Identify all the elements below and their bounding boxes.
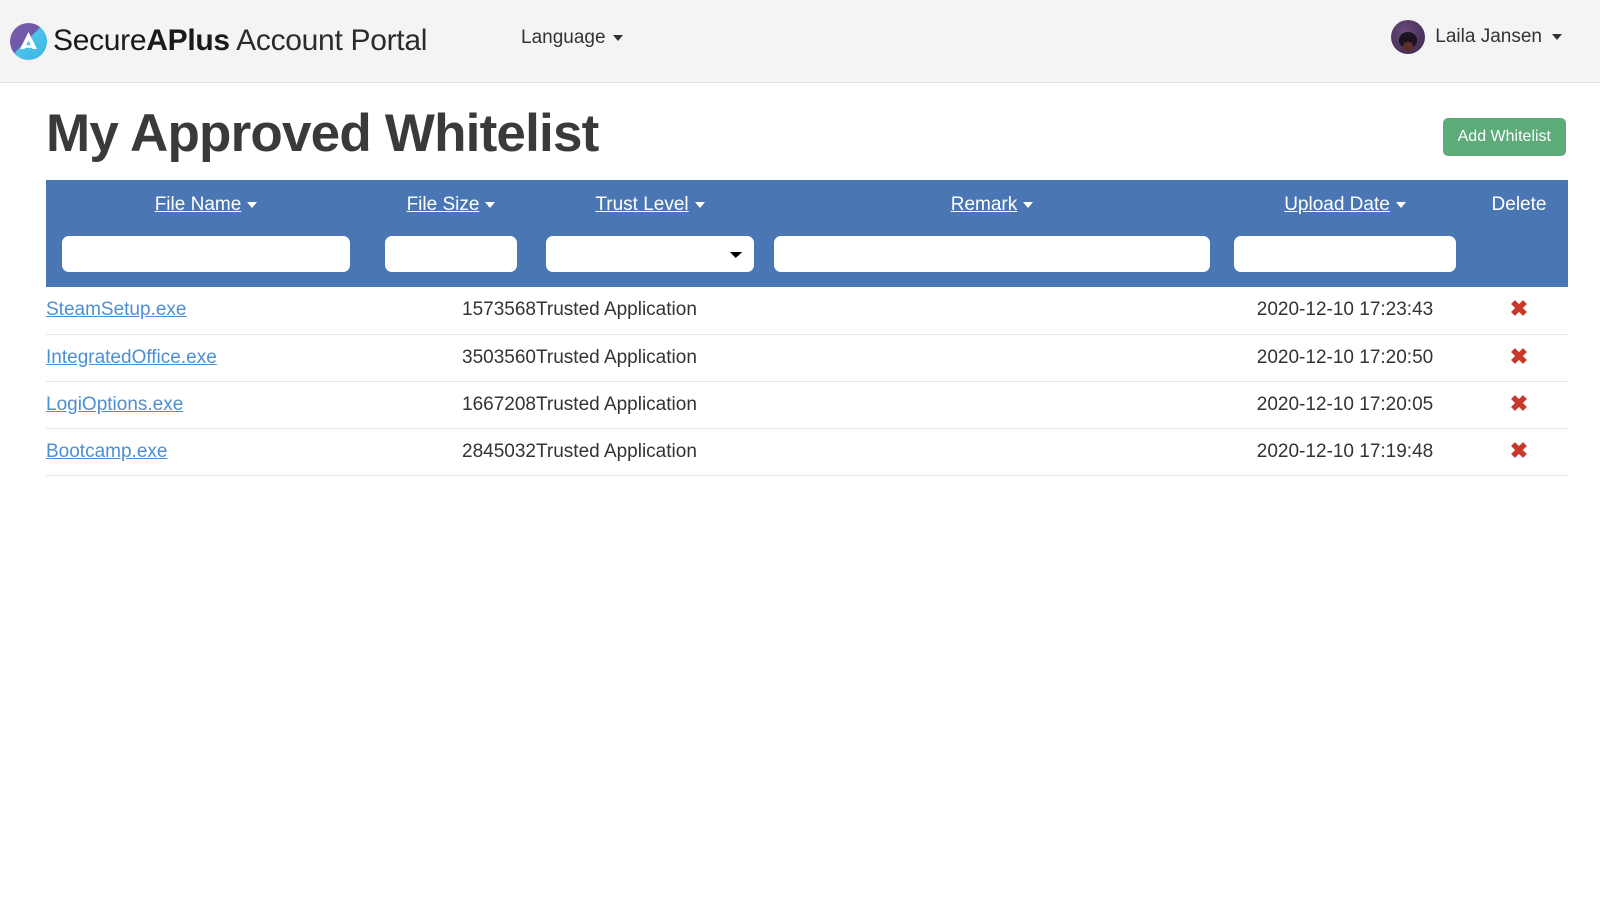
table-row: LogiOptions.exe 1667208 Trusted Applicat… <box>46 381 1568 428</box>
brand[interactable]: SecureAPlus Account Portal <box>10 22 427 60</box>
sort-file-name[interactable]: File Name <box>155 194 258 216</box>
column-label-file-size: File Size <box>406 194 480 215</box>
table-row: IntegratedOffice.exe 3503560 Trusted App… <box>46 334 1568 381</box>
table-row: SteamSetup.exe 1573568 Trusted Applicati… <box>46 287 1568 334</box>
top-navbar: SecureAPlus Account Portal Language Lail… <box>0 0 1600 83</box>
delete-icon[interactable]: ✖ <box>1510 298 1528 320</box>
caret-down-icon <box>612 35 623 41</box>
filter-file-name-input[interactable] <box>62 235 350 272</box>
add-whitelist-button[interactable]: Add Whitelist <box>1442 118 1566 157</box>
file-name-link[interactable]: Bootcamp.exe <box>46 441 167 462</box>
file-name-link[interactable]: IntegratedOffice.exe <box>46 347 217 368</box>
table-row: Bootcamp.exe 2845032 Trusted Application… <box>46 428 1568 475</box>
column-label-file-name: File Name <box>154 194 242 215</box>
cell-trust-level: Trusted Application <box>536 299 697 321</box>
filter-trust-level-select[interactable] <box>546 235 754 272</box>
filter-upload-date-input[interactable] <box>1234 235 1456 272</box>
brand-aplus: APlus <box>146 24 230 57</box>
caret-down-icon <box>247 202 258 208</box>
column-header-delete: Delete <box>1470 180 1568 230</box>
filter-cell-trust-level <box>536 230 764 287</box>
cell-trust-level: Trusted Application <box>536 393 697 415</box>
brand-portal: Account Portal <box>229 24 428 57</box>
cell-file-name: Bootcamp.exe <box>46 428 366 475</box>
column-header-trust-level[interactable]: Trust Level <box>536 180 764 230</box>
sort-trust-level[interactable]: Trust Level <box>595 194 705 216</box>
sort-upload-date[interactable]: Upload Date <box>1284 194 1406 216</box>
filter-cell-upload-date <box>1220 230 1470 287</box>
column-label-remark: Remark <box>950 194 1018 215</box>
table-head: File Name File Size Trust Level Remark U… <box>46 180 1568 287</box>
page-title: My Approved Whitelist <box>46 104 599 163</box>
cell-delete: ✖ <box>1470 381 1568 428</box>
column-label-upload-date: Upload Date <box>1284 194 1390 215</box>
sort-remark[interactable]: Remark <box>951 194 1034 216</box>
user-menu[interactable]: Laila Jansen <box>1391 20 1562 54</box>
cell-delete: ✖ <box>1470 428 1568 475</box>
caret-down-icon <box>1552 34 1562 40</box>
cell-file-size: 2845032 <box>462 440 536 462</box>
cell-remark <box>764 334 1220 381</box>
cell-file-name: SteamSetup.exe <box>46 287 366 334</box>
page-content: My Approved Whitelist Add Whitelist File… <box>0 83 1600 476</box>
language-dropdown[interactable]: Language <box>521 27 623 49</box>
brand-text: SecureAPlus Account Portal <box>53 24 427 58</box>
sort-file-size[interactable]: File Size <box>407 194 496 216</box>
user-name: Laila Jansen <box>1435 26 1542 47</box>
cell-upload-date: 2020-12-10 17:23:43 <box>1256 299 1434 321</box>
delete-icon[interactable]: ✖ <box>1510 345 1528 368</box>
cell-delete: ✖ <box>1470 334 1568 381</box>
cell-file-size: 3503560 <box>462 346 536 368</box>
brand-secure: Secure <box>53 24 147 57</box>
table-filter-row <box>46 230 1568 287</box>
cell-file-name: IntegratedOffice.exe <box>46 334 366 381</box>
language-label: Language <box>521 27 606 48</box>
cell-remark <box>764 428 1220 475</box>
secureaplus-logo-icon <box>10 22 47 60</box>
column-header-file-name[interactable]: File Name <box>46 180 366 230</box>
filter-cell-file-size <box>366 230 536 287</box>
cell-upload-date: 2020-12-10 17:19:48 <box>1256 440 1434 462</box>
avatar <box>1391 20 1426 54</box>
table-header-row: File Name File Size Trust Level Remark U… <box>46 180 1568 230</box>
cell-file-size: 1573568 <box>462 299 536 321</box>
cell-remark <box>764 381 1220 428</box>
cell-remark <box>764 287 1220 334</box>
cell-trust-level: Trusted Application <box>536 440 697 462</box>
filter-file-size-input[interactable] <box>385 235 517 272</box>
caret-down-icon <box>694 202 705 208</box>
column-header-file-size[interactable]: File Size <box>366 180 536 230</box>
file-name-link[interactable]: LogiOptions.exe <box>46 394 183 415</box>
delete-icon[interactable]: ✖ <box>1510 439 1528 462</box>
cell-delete: ✖ <box>1470 287 1568 334</box>
page-header: My Approved Whitelist Add Whitelist <box>46 83 1566 180</box>
filter-cell-remark <box>764 230 1220 287</box>
cell-trust-level: Trusted Application <box>536 346 697 368</box>
column-label-delete: Delete <box>1491 194 1547 215</box>
file-name-link[interactable]: SteamSetup.exe <box>46 299 186 320</box>
filter-cell-delete <box>1470 230 1568 287</box>
table-body: SteamSetup.exe 1573568 Trusted Applicati… <box>46 287 1568 475</box>
whitelist-table: File Name File Size Trust Level Remark U… <box>46 180 1568 476</box>
column-label-trust-level: Trust Level <box>595 194 689 215</box>
cell-upload-date: 2020-12-10 17:20:05 <box>1256 393 1434 415</box>
caret-down-icon <box>485 202 496 208</box>
cell-upload-date: 2020-12-10 17:20:50 <box>1256 346 1434 368</box>
caret-down-icon <box>1395 202 1406 208</box>
column-header-remark[interactable]: Remark <box>764 180 1220 230</box>
cell-file-size: 1667208 <box>462 393 536 415</box>
caret-down-icon <box>1023 202 1034 208</box>
delete-icon[interactable]: ✖ <box>1510 392 1528 415</box>
cell-file-name: LogiOptions.exe <box>46 381 366 428</box>
filter-cell-file-name <box>46 230 366 287</box>
column-header-upload-date[interactable]: Upload Date <box>1220 180 1470 230</box>
filter-remark-input[interactable] <box>774 235 1210 272</box>
